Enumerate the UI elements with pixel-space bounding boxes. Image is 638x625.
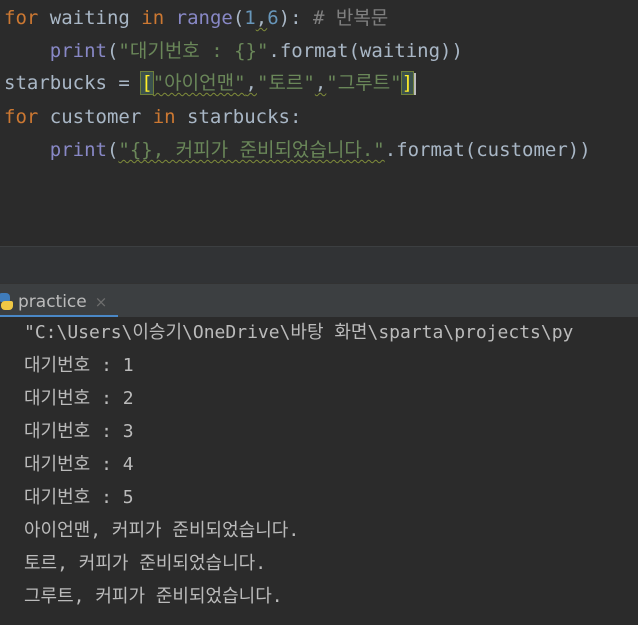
builtin-print: print: [49, 139, 107, 161]
console-line: 대기번호 : 2: [24, 388, 134, 409]
warning-comma: ,: [314, 72, 327, 94]
ide-window: for waiting in range(1,6): # 반복문 print("…: [0, 0, 638, 625]
keyword-for: for: [4, 106, 39, 128]
console-line: 대기번호 : 3: [24, 421, 134, 442]
code-line-3[interactable]: starbucks = ["아이언맨","토르","그루트"]: [4, 69, 417, 97]
console-line: 토르, 커피가 준비되었습니다.: [24, 553, 267, 574]
console-line: "C:\Users\이승기\OneDrive\바탕 화면\sparta\proj…: [24, 322, 574, 343]
code-line-1[interactable]: for waiting in range(1,6): # 반복문: [4, 4, 388, 32]
python-icon: [0, 292, 13, 312]
string-literal: "토르": [257, 72, 315, 94]
loop-variable: waiting: [38, 7, 142, 29]
matched-bracket: [: [140, 71, 154, 95]
string-literal: "대기번호 : {}": [118, 40, 269, 62]
keyword-in: in: [152, 106, 176, 128]
close-icon[interactable]: ×: [95, 293, 108, 311]
editor-scroll-area: [0, 246, 638, 283]
builtin-range: range: [175, 7, 233, 29]
console-line: 아이언맨, 커피가 준비되었습니다.: [24, 520, 300, 541]
console-line: 그루트, 커피가 준비되었습니다.: [24, 586, 283, 607]
number-literal: 1: [244, 7, 256, 29]
text-caret: [414, 72, 417, 95]
console-line: 대기번호 : 4: [24, 454, 134, 475]
code-line-2[interactable]: print("대기번호 : {}".format(waiting)): [4, 37, 463, 65]
warning-comma: ,: [245, 72, 257, 94]
builtin-print: print: [49, 40, 107, 62]
code-line-4[interactable]: for customer in starbucks:: [4, 103, 301, 131]
string-literal: "그루트": [326, 72, 402, 94]
console-output[interactable]: "C:\Users\이승기\OneDrive\바탕 화면\sparta\proj…: [0, 317, 638, 625]
code-line-5[interactable]: print("{}, 커피가 준비되었습니다.".format(customer…: [4, 136, 591, 164]
warning-comma: ,: [255, 7, 268, 29]
keyword-in: in: [141, 7, 165, 29]
loop-variable: customer: [38, 106, 153, 128]
list-variable: starbucks =: [4, 72, 142, 94]
console-line: 대기번호 : 1: [24, 355, 134, 376]
console-line: 대기번호 : 5: [24, 487, 134, 508]
string-literal: "아이언맨": [152, 72, 246, 94]
matched-bracket: ]: [400, 71, 415, 95]
string-literal: "{}, 커피가 준비되었습니다.": [118, 139, 385, 161]
code-editor[interactable]: for waiting in range(1,6): # 반복문 print("…: [0, 0, 638, 246]
run-tool-header: practice ×: [0, 283, 638, 318]
number-literal: 6: [267, 7, 279, 29]
run-tab-practice[interactable]: practice ×: [0, 288, 107, 316]
code-comment: # 반복문: [301, 7, 389, 29]
run-tab-label: practice: [18, 292, 87, 312]
keyword-for: for: [4, 7, 39, 29]
